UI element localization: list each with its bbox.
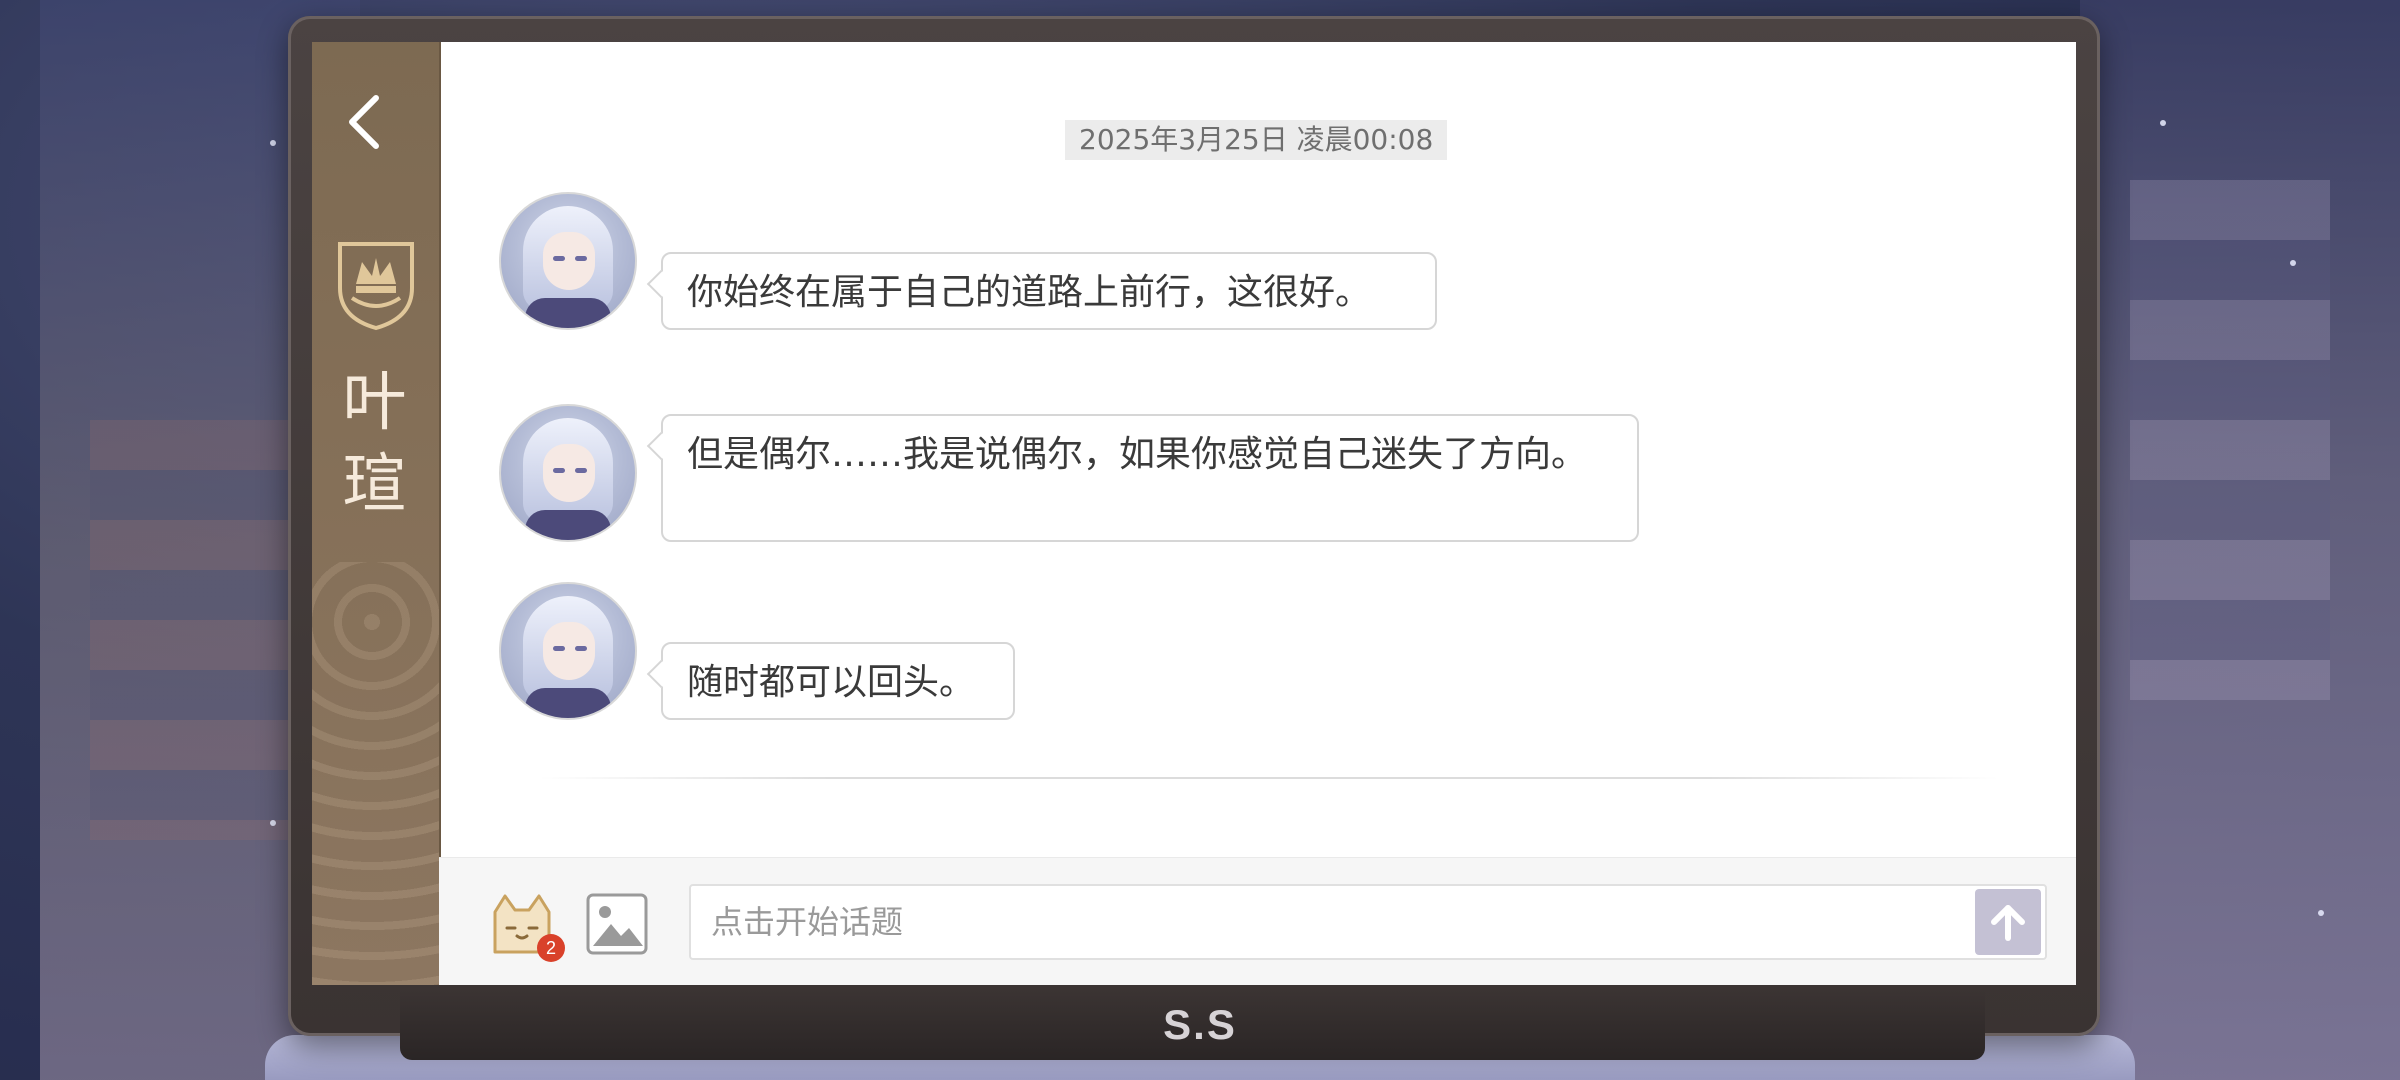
avatar[interactable] (499, 582, 637, 720)
contact-sidebar: 叶瑄 (312, 42, 441, 985)
message-input[interactable] (689, 884, 2047, 960)
crown-crest-icon (332, 232, 420, 332)
message-bubble: 随时都可以回头。 (661, 642, 1015, 720)
star (2318, 910, 2324, 916)
input-bar: 2 (439, 857, 2076, 985)
image-button[interactable] (585, 892, 649, 956)
background-scene: S.S 叶瑄 2025年3月25日 凌晨00:08 你始终在属于自己的道路上前行… (0, 0, 2400, 1080)
sticker-count-badge: 2 (537, 934, 565, 962)
star (270, 140, 276, 146)
chat-screen: 叶瑄 2025年3月25日 凌晨00:08 你始终在属于自己的道路上前行，这很好… (312, 42, 2076, 985)
background-shelf-right (2130, 180, 2330, 700)
device-brand-logo: S.S (1163, 1001, 1237, 1048)
rose-pattern (312, 562, 439, 985)
star (2160, 120, 2166, 126)
character-name: 叶瑄 (342, 366, 409, 522)
back-button[interactable] (334, 82, 394, 162)
message-bubble: 你始终在属于自己的道路上前行，这很好。 (661, 252, 1437, 330)
avatar[interactable] (499, 192, 637, 330)
arrow-up-icon (1991, 905, 2025, 941)
star (270, 820, 276, 826)
send-button[interactable] (1975, 889, 2041, 955)
message-list: 2025年3月25日 凌晨00:08 你始终在属于自己的道路上前行，这很好。 但… (439, 42, 2076, 857)
background-shelf-left (90, 420, 290, 840)
message-bubble: 但是偶尔……我是说偶尔，如果你感觉自己迷失了方向。 (661, 414, 1639, 542)
star (2290, 260, 2296, 266)
chat-divider (539, 777, 1999, 779)
image-icon (586, 893, 648, 955)
avatar[interactable] (499, 404, 637, 542)
message-timestamp: 2025年3月25日 凌晨00:08 (1065, 120, 1448, 160)
chevron-left-icon (349, 95, 379, 149)
